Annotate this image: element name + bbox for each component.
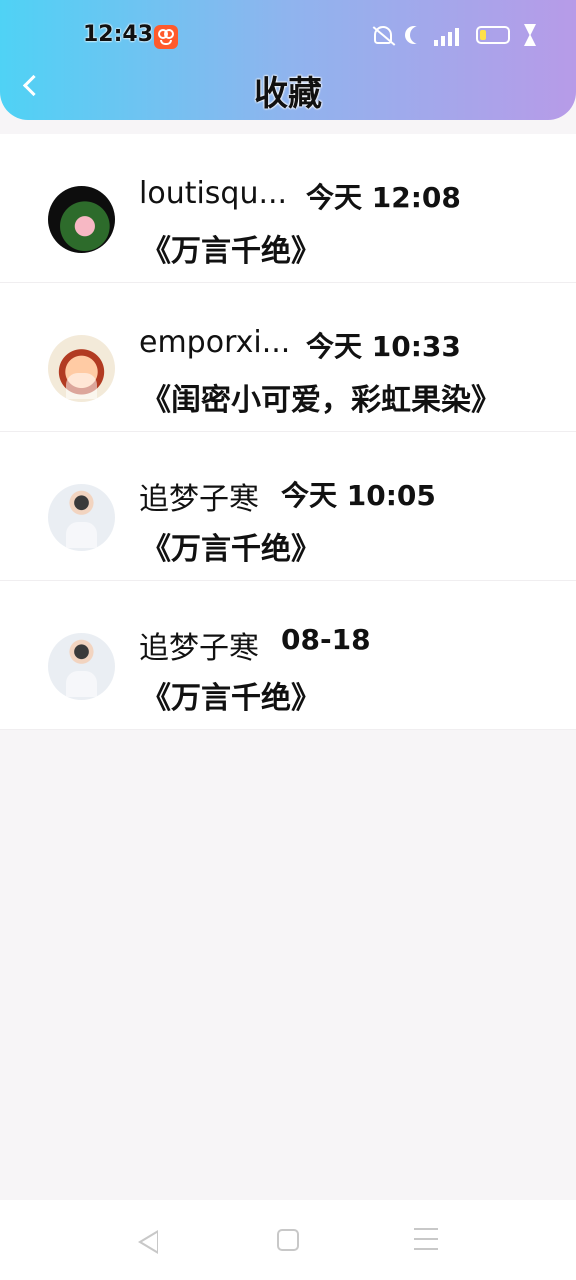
avatar[interactable] bbox=[48, 186, 115, 253]
charging-icon bbox=[522, 24, 536, 46]
list-item[interactable]: 追梦子寒 08-18 《万言千绝》 bbox=[0, 581, 576, 730]
work-title[interactable]: 《闺密小可爱，彩虹果染》 bbox=[141, 375, 501, 419]
header-bar: 12:43 收藏 bbox=[0, 0, 576, 120]
timestamp: 今天 10:33 bbox=[306, 330, 461, 363]
status-time: 12:43 bbox=[83, 22, 154, 47]
status-bar: 12:43 bbox=[0, 0, 576, 72]
system-navigation-bar bbox=[0, 1200, 576, 1280]
username: loutisqu... bbox=[139, 176, 288, 211]
work-title[interactable]: 《万言千绝》 bbox=[141, 226, 321, 270]
avatar[interactable] bbox=[48, 335, 115, 402]
do-not-disturb-icon bbox=[410, 26, 428, 44]
favorites-list: loutisqu... 今天 12:08 《万言千绝》 emporxi... 今… bbox=[0, 134, 576, 730]
avatar[interactable] bbox=[48, 633, 115, 700]
page-title: 收藏 bbox=[254, 74, 322, 114]
menu-lines-icon[interactable] bbox=[414, 1228, 438, 1252]
list-item[interactable]: 追梦子寒 今天 10:05 《万言千绝》 bbox=[0, 432, 576, 581]
username: 追梦子寒 bbox=[139, 631, 259, 666]
app-notification-icon bbox=[154, 25, 178, 49]
back-triangle-icon[interactable] bbox=[138, 1230, 158, 1254]
username: emporxi... bbox=[139, 325, 291, 360]
timestamp: 今天 12:08 bbox=[306, 181, 461, 214]
battery-icon bbox=[476, 26, 510, 44]
work-title[interactable]: 《万言千绝》 bbox=[141, 673, 321, 717]
username: 追梦子寒 bbox=[139, 482, 259, 517]
mute-bell-icon bbox=[374, 26, 392, 44]
system-icons bbox=[374, 24, 536, 46]
list-item[interactable]: loutisqu... 今天 12:08 《万言千绝》 bbox=[0, 134, 576, 283]
avatar[interactable] bbox=[48, 484, 115, 551]
home-square-icon[interactable] bbox=[277, 1229, 299, 1251]
list-item[interactable]: emporxi... 今天 10:33 《闺密小可爱，彩虹果染》 bbox=[0, 283, 576, 432]
timestamp: 08-18 bbox=[281, 623, 371, 656]
work-title[interactable]: 《万言千绝》 bbox=[141, 524, 321, 568]
signal-icon bbox=[434, 24, 464, 46]
timestamp: 今天 10:05 bbox=[281, 479, 436, 512]
